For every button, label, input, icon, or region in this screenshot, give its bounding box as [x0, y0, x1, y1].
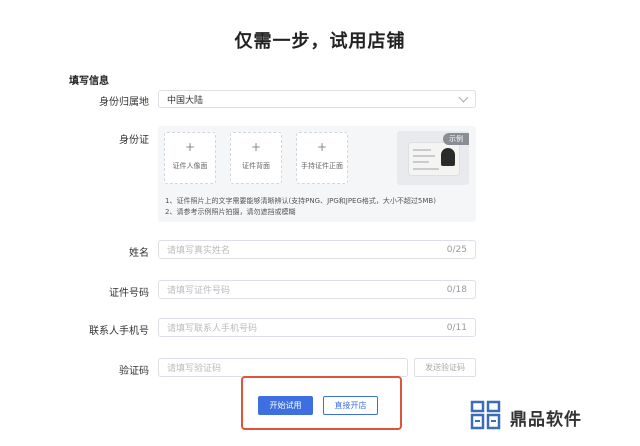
id-card-illustration: [409, 143, 459, 175]
region-label: 身份归属地: [99, 97, 149, 108]
name-counter: 0/25: [446, 244, 467, 255]
id-number-placeholder: 请填写证件号码: [167, 286, 231, 296]
id-number-counter: 0/18: [446, 284, 467, 295]
name-input[interactable]: 请填写真实姓名 0/25: [158, 240, 476, 259]
region-value: 中国大陆: [167, 95, 204, 106]
id-card-panel: + 证件人像面 + 证件背面 + 手持证件正面 示例 1、证件照片上的文字需要能…: [158, 126, 476, 222]
open-store-button[interactable]: 直接开店: [323, 396, 378, 415]
phone-counter: 0/11: [446, 322, 467, 333]
page-title: 仅需一步，试用店铺: [234, 31, 406, 52]
section-title: 填写信息: [69, 76, 109, 87]
upload-handheld-label: 手持证件正面: [301, 162, 343, 170]
id-number-input[interactable]: 请填写证件号码 0/18: [158, 280, 476, 299]
plus-icon: +: [316, 140, 328, 154]
region-select[interactable]: 中国大陆: [158, 90, 476, 108]
phone-placeholder: 请填写联系人手机号码: [167, 324, 258, 334]
upload-back-label: 证件背面: [242, 162, 270, 170]
id-card-label: 身份证: [119, 135, 149, 146]
send-code-button[interactable]: 发送验证码: [414, 358, 476, 377]
name-placeholder: 请填写真实姓名: [167, 246, 231, 256]
watermark-text: 鼎品软件: [510, 410, 582, 430]
phone-label: 联系人手机号: [89, 326, 149, 337]
upload-back[interactable]: + 证件背面: [230, 132, 282, 184]
name-label: 姓名: [129, 248, 149, 259]
code-placeholder: 请填写验证码: [167, 364, 222, 374]
id-note-2: 2、请参考示例照片拍摄，请勿遮挡或模糊: [165, 208, 296, 216]
portrait-photo: [441, 148, 455, 166]
brand-logo-icon: [470, 400, 502, 432]
id-note-1: 1、证件照片上的文字需要能够清晰辨认(支持PNG、JPG和JPEG格式，大小不超…: [165, 197, 436, 205]
start-trial-button[interactable]: 开始试用: [258, 396, 313, 415]
sample-image: 示例: [397, 131, 469, 185]
id-number-label: 证件号码: [109, 288, 149, 299]
plus-icon: +: [250, 140, 262, 154]
upload-handheld[interactable]: + 手持证件正面: [296, 132, 348, 184]
upload-front[interactable]: + 证件人像面: [164, 132, 216, 184]
plus-icon: +: [184, 140, 196, 154]
code-input[interactable]: 请填写验证码: [158, 358, 408, 377]
upload-front-label: 证件人像面: [172, 162, 208, 170]
sample-badge: 示例: [443, 133, 469, 145]
phone-input[interactable]: 请填写联系人手机号码 0/11: [158, 318, 476, 337]
code-label: 验证码: [119, 366, 149, 377]
chevron-down-icon: [458, 92, 469, 102]
